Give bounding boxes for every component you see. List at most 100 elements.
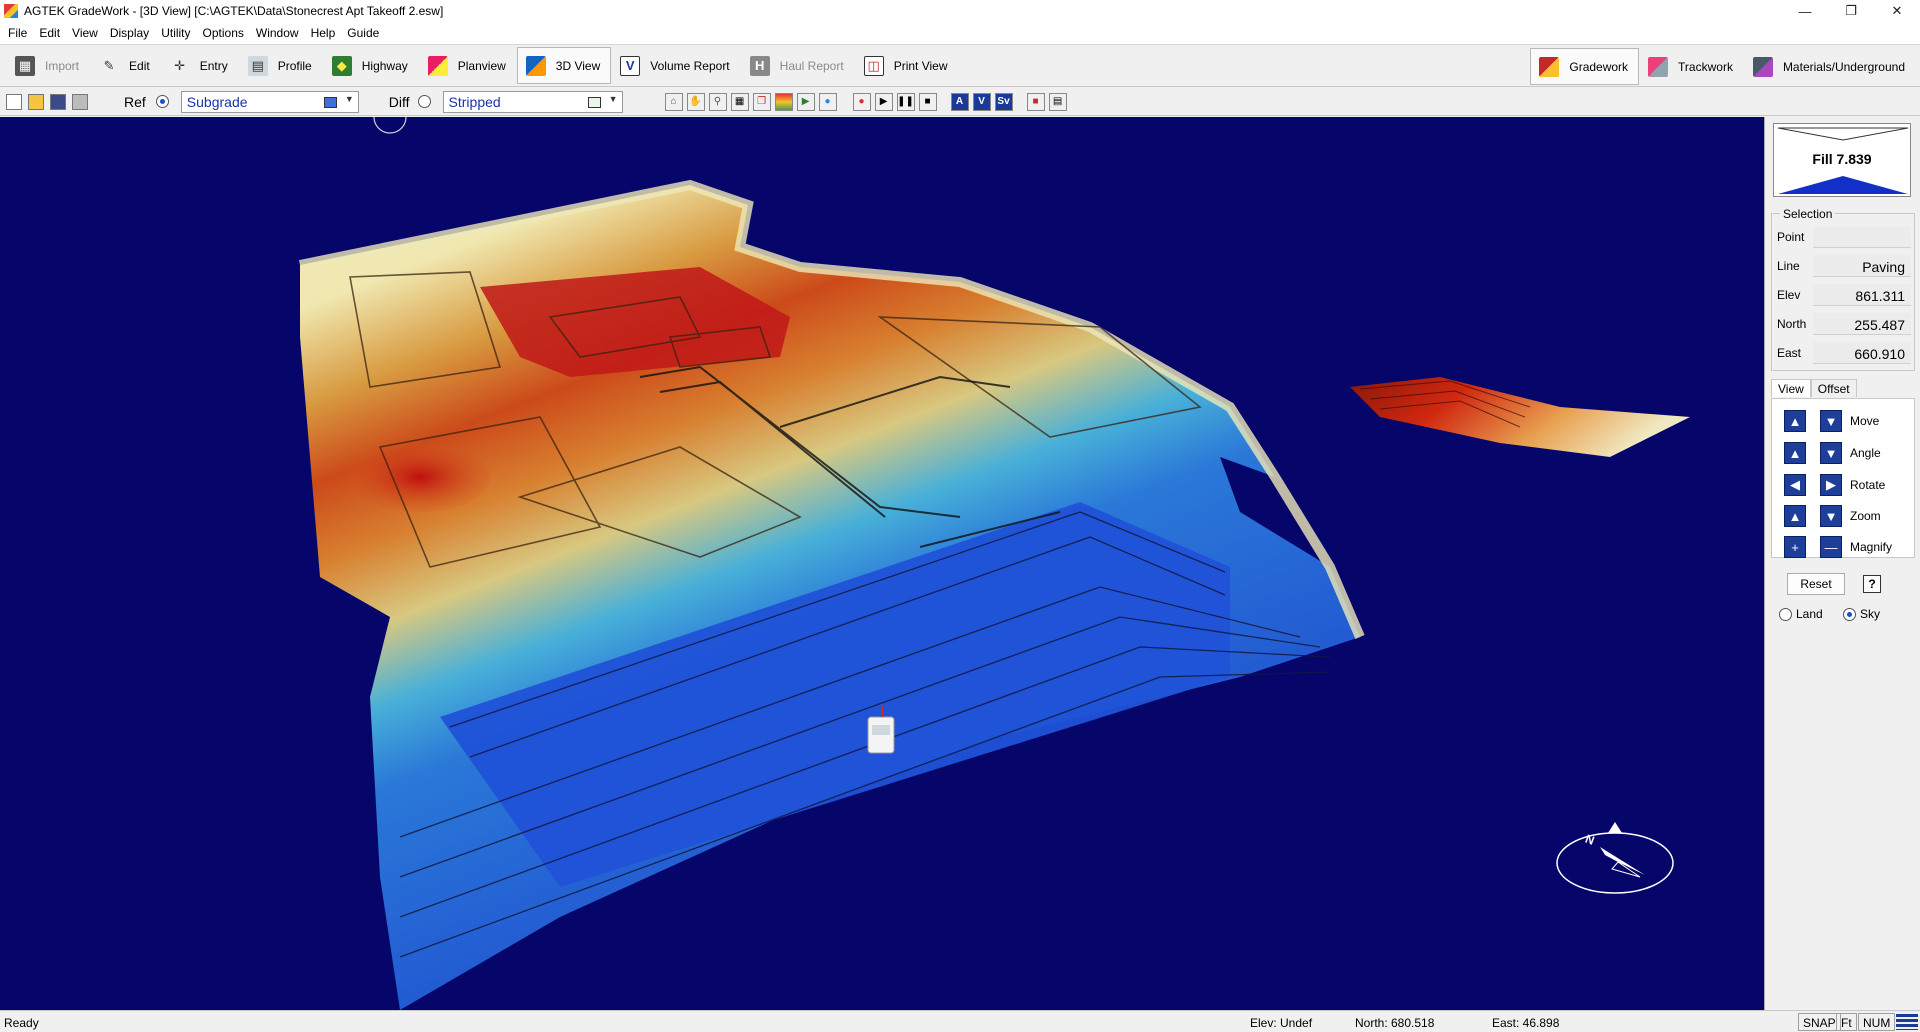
angle-up-icon[interactable]: ▲ xyxy=(1784,442,1806,464)
pause-icon[interactable]: ❚❚ xyxy=(896,92,915,111)
diff-radio[interactable] xyxy=(417,95,431,108)
materials-underground-button[interactable]: Materials/Underground xyxy=(1744,48,1916,85)
menu-file[interactable]: File xyxy=(2,26,33,40)
minimize-icon[interactable]: — xyxy=(1782,0,1828,22)
angle-down-icon[interactable]: ▼ xyxy=(1820,442,1842,464)
east-row: East 660.910 xyxy=(1777,342,1911,364)
menu-display[interactable]: Display xyxy=(104,26,155,40)
line-key: Line xyxy=(1777,259,1800,273)
print-view-button[interactable]: ◫ Print View xyxy=(855,47,959,84)
edit-button[interactable]: ✎ Edit xyxy=(90,47,161,84)
magnify-plus-icon[interactable]: + xyxy=(1784,536,1806,558)
record-icon[interactable]: ● xyxy=(852,92,871,111)
trackwork-button[interactable]: Trackwork xyxy=(1639,48,1744,85)
status-east: East: 46.898 xyxy=(1492,1016,1560,1030)
ft-indicator[interactable]: Ft xyxy=(1836,1013,1857,1031)
save-icon[interactable] xyxy=(50,93,66,110)
zoom-icon[interactable]: ⚲ xyxy=(708,92,727,111)
land-label: Land xyxy=(1796,607,1823,621)
num-indicator: NUM xyxy=(1858,1013,1896,1031)
haul-report-icon: H xyxy=(749,55,770,76)
color-bar-icon[interactable] xyxy=(774,92,793,111)
diff-label: Diff xyxy=(388,93,410,110)
play-icon[interactable]: ▶ xyxy=(874,92,893,111)
north-row: North 255.487 xyxy=(1777,313,1911,335)
3d-viewport[interactable]: N xyxy=(0,117,1764,1010)
haul-report-button[interactable]: H Haul Report xyxy=(741,47,855,84)
land-option[interactable]: Land xyxy=(1779,607,1823,621)
layers-icon[interactable]: ❐ xyxy=(752,92,771,111)
status-bar: Ready Elev: Undef North: 680.518 East: 4… xyxy=(0,1010,1920,1032)
sky-option[interactable]: Sky xyxy=(1843,607,1880,621)
angle-row: ▲ ▼ Angle xyxy=(1784,441,1881,465)
import-icon: ▦ xyxy=(15,55,35,76)
sv-icon[interactable]: Sv xyxy=(994,92,1013,111)
grid-icon[interactable]: ▦ xyxy=(730,92,749,111)
export-red-icon[interactable]: ■ xyxy=(1026,92,1045,111)
rotate-right-icon[interactable]: ▶ xyxy=(1820,474,1842,496)
sky-radio[interactable] xyxy=(1843,607,1856,621)
menu-utility[interactable]: Utility xyxy=(155,26,196,40)
import-label: Import xyxy=(45,58,80,73)
title-bar: AGTEK GradeWork - [3D View] [C:\AGTEK\Da… xyxy=(0,0,1920,22)
menu-view[interactable]: View xyxy=(66,26,104,40)
volume-report-button[interactable]: V Volume Report xyxy=(611,47,740,84)
a-icon[interactable]: A xyxy=(950,92,969,111)
gradework-label: Gradework xyxy=(1569,59,1629,74)
move-down-icon[interactable]: ▼ xyxy=(1820,410,1842,432)
main-toolbar: ▦ Import ✎ Edit ✛ Entry ▤ Profile ◆ High… xyxy=(0,44,1920,87)
profile-button[interactable]: ▤ Profile xyxy=(239,47,323,84)
v-icon[interactable]: V xyxy=(972,92,991,111)
close-icon[interactable]: ✕ xyxy=(1874,0,1920,22)
planview-button[interactable]: Planview xyxy=(419,47,517,84)
3d-view-button[interactable]: 3D View xyxy=(516,47,612,84)
compass-icon: N xyxy=(1556,822,1674,894)
selection-group: Selection Point Line Paving Elev 861.311… xyxy=(1771,207,1915,371)
menu-help[interactable]: Help xyxy=(305,26,342,40)
ref-surface-value: Subgrade xyxy=(186,93,248,110)
gradework-button[interactable]: Gradework xyxy=(1530,48,1640,85)
highway-button[interactable]: ◆ Highway xyxy=(323,47,419,84)
rotate-left-icon[interactable]: ◀ xyxy=(1784,474,1806,496)
stop-icon[interactable]: ■ xyxy=(918,92,937,111)
drop-icon[interactable]: ● xyxy=(818,92,837,111)
image-icon[interactable]: ▤ xyxy=(1048,92,1067,111)
zoom-row: ▲ ▼ Zoom xyxy=(1784,504,1881,528)
diff-surface-select[interactable]: Stripped ▼ xyxy=(442,90,623,113)
home-icon[interactable]: ⌂ xyxy=(664,92,683,111)
haul-report-label: Haul Report xyxy=(779,58,844,73)
magnify-minus-icon[interactable]: — xyxy=(1820,536,1842,558)
land-radio[interactable] xyxy=(1779,607,1792,621)
ref-radio[interactable] xyxy=(155,95,169,108)
zoom-out-icon[interactable]: ▼ xyxy=(1820,505,1842,527)
tab-view[interactable]: View xyxy=(1771,379,1811,397)
fill-indicator: Fill 7.839 xyxy=(1773,123,1911,197)
snap-indicator[interactable]: SNAP xyxy=(1798,1013,1841,1031)
menu-edit[interactable]: Edit xyxy=(33,26,66,40)
menu-guide[interactable]: Guide xyxy=(341,26,385,40)
print-icon[interactable] xyxy=(72,93,88,110)
print-view-label: Print View xyxy=(893,58,948,73)
north-key: North xyxy=(1777,317,1807,331)
menu-window[interactable]: Window xyxy=(250,26,305,40)
ref-color-swatch xyxy=(323,96,337,108)
help-icon[interactable]: ? xyxy=(1863,575,1881,593)
restore-icon[interactable]: ❐ xyxy=(1828,0,1874,22)
move-up-icon[interactable]: ▲ xyxy=(1784,410,1806,432)
reset-button[interactable]: Reset xyxy=(1787,573,1845,595)
play-green-icon[interactable]: ▶ xyxy=(796,92,815,111)
import-button[interactable]: ▦ Import xyxy=(6,47,90,84)
open-folder-icon[interactable] xyxy=(28,93,44,110)
entry-button[interactable]: ✛ Entry xyxy=(161,47,239,84)
point-row: Point xyxy=(1777,226,1911,248)
zoom-in-icon[interactable]: ▲ xyxy=(1784,505,1806,527)
new-file-icon[interactable] xyxy=(6,93,22,110)
ref-surface-select[interactable]: Subgrade ▼ xyxy=(180,90,359,113)
pan-hand-icon[interactable]: ✋ xyxy=(686,92,705,111)
tab-offset[interactable]: Offset xyxy=(1810,379,1857,397)
fill-value: Fill 7.839 xyxy=(1812,151,1872,167)
magnify-label: Magnify xyxy=(1850,540,1893,554)
menu-options[interactable]: Options xyxy=(197,26,250,40)
trackwork-label: Trackwork xyxy=(1678,59,1733,74)
gradework-icon xyxy=(1539,56,1560,77)
